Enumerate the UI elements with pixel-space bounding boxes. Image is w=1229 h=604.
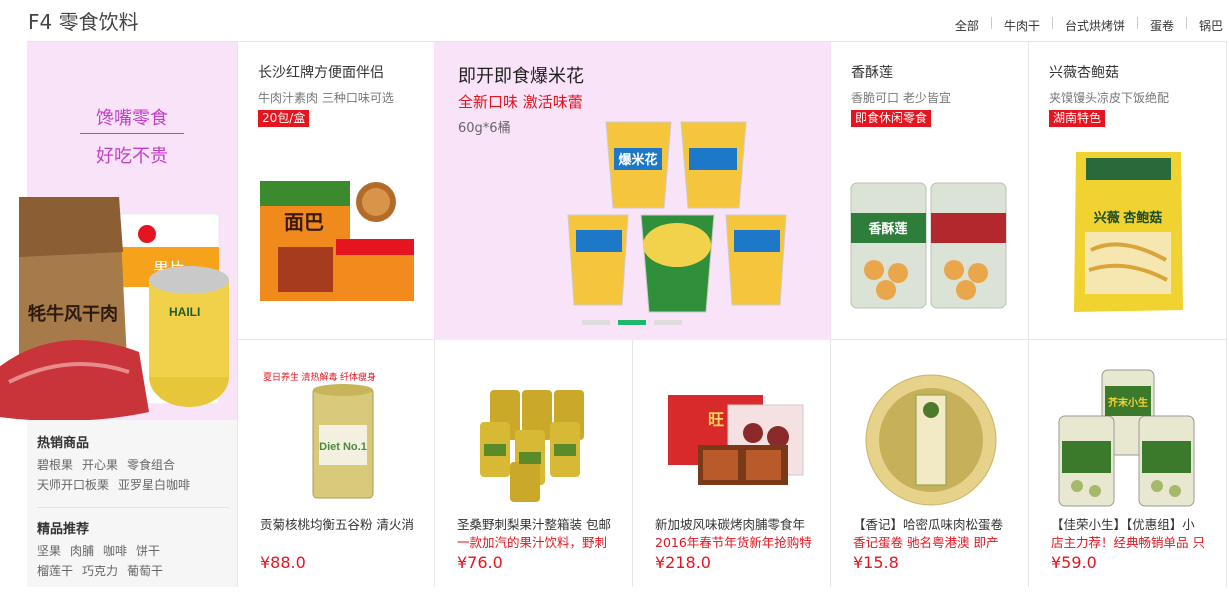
product-title: 香酥莲 (851, 65, 893, 81)
product-price: ¥218.0 (655, 553, 711, 572)
product-name[interactable]: 新加坡风味碳烤肉脯零食年 (655, 516, 813, 534)
product-name[interactable]: 贡菊核桃均衡五谷粉 清火消 (260, 516, 418, 534)
banner-tag-1: 馋嘴零食 (96, 108, 168, 129)
rec-link[interactable]: 坚果 (37, 544, 61, 558)
nav-item-beef-jerky[interactable]: 牛肉干 (1004, 17, 1040, 34)
popcorn-banner[interactable]: 即开即食爆米花 全新口味 激活味蕾 60g*6桶 爆米花 (434, 42, 831, 340)
product-image: 面巴 (260, 181, 414, 301)
product-name[interactable]: 【香记】哈密瓜味肉松蛋卷 (853, 516, 1011, 534)
product-card-egg-roll[interactable]: 【香记】哈密瓜味肉松蛋卷 香记蛋卷 驰名粤港澳 即产 ¥15.8 (831, 340, 1029, 587)
hot-link[interactable]: 开心果 (82, 458, 118, 472)
banner-slogan: 全新口味 激活味蕾 (458, 93, 583, 111)
product-image-text: 旺 (708, 411, 724, 429)
nav-item-rice-crust[interactable]: 锅巴 (1199, 17, 1223, 34)
product-subtitle: 夹馍馒头凉皮下饭绝配 (1049, 91, 1170, 105)
product-subtitle: 牛肉汁素肉 三种口味可选 (258, 91, 394, 105)
product-card-lotus-seeds[interactable]: 香酥莲 香脆可口 老少皆宜 即食休闲零食 香酥莲 (831, 42, 1029, 340)
popcorn-label-text: 爆米花 (618, 152, 657, 167)
product-image (865, 374, 997, 506)
carousel-dot-active[interactable] (618, 320, 646, 325)
product-card-noodle-companion[interactable]: 长沙红牌方便面伴侣 牛肉汁素肉 三种口味可选 20包/盒 面巴 (237, 42, 435, 340)
banner-divider (80, 133, 184, 134)
product-image-text: 面巴 (284, 212, 324, 234)
product-image: 香酥莲 (850, 182, 1007, 309)
product-card-wasabi-peas[interactable]: 芥末小生 【佳荣小生】【优惠组】小 店主力荐！经典畅销单品 只 ¥59.0 (1029, 340, 1227, 587)
can-label-text: Diet No.1 (319, 441, 367, 453)
product-image-text: 香酥莲 (867, 221, 907, 236)
nav-separator (1051, 17, 1053, 29)
product-image: 旺 (668, 395, 804, 485)
product-badge: 即食休闲零食 (851, 110, 932, 127)
product-tagline: 2016年春节年货新年抢购特 (655, 535, 812, 550)
nav-item-all[interactable]: 全部 (955, 17, 979, 34)
product-image: 芥末小生 (1058, 369, 1195, 507)
product-description: 圣桑野刺梨果汁整箱装 包邮 一款加汽的果汁饮料，野刺 (457, 516, 615, 552)
product-description: 贡菊核桃均衡五谷粉 清火消 (260, 516, 418, 552)
carousel-dots (582, 320, 682, 325)
hot-link[interactable]: 亚罗星白咖啡 (118, 478, 190, 492)
product-image: 夏日养生 清热解毒 纤体瘦身 Diet No.1 (263, 371, 376, 499)
hot-link[interactable]: 零食组合 (127, 458, 175, 472)
product-image: 兴薇 杏鲍菇 (1074, 152, 1183, 312)
product-description: 【香记】哈密瓜味肉松蛋卷 香记蛋卷 驰名粤港澳 即产 (853, 516, 1011, 552)
nav-separator (1185, 17, 1187, 29)
product-image-text: 夏日养生 清热解毒 纤体瘦身 (263, 371, 376, 382)
recommended-heading: 精品推荐 (37, 522, 90, 537)
list-divider (37, 507, 229, 508)
rec-link[interactable]: 葡萄干 (127, 564, 163, 578)
product-subtitle: 香脆可口 老少皆宜 (851, 91, 951, 105)
nav-separator (990, 17, 992, 29)
rec-link[interactable]: 饼干 (136, 544, 160, 558)
carousel-dot[interactable] (654, 320, 682, 325)
product-description: 新加坡风味碳烤肉脯零食年 2016年春节年货新年抢购特 (655, 516, 813, 552)
hot-link[interactable]: 碧根果 (37, 458, 73, 472)
rec-link[interactable]: 榴莲干 (37, 564, 73, 578)
banner-tag-2: 好吃不贵 (96, 146, 168, 167)
can-label-text: HAILI (169, 305, 200, 319)
product-price: ¥15.8 (853, 553, 899, 572)
banner-title: 即开即食爆米花 (458, 66, 584, 87)
left-link-list: 热销商品 碧根果 开心果 零食组合 天师开口板栗 亚罗星白咖啡 精品推荐 坚果 肉脯 咖啡… (27, 420, 237, 587)
product-tagline: 一款加汽的果汁饮料，野刺 (457, 535, 608, 550)
nav-item-egg-roll[interactable]: 蛋卷 (1150, 17, 1174, 34)
carousel-dot[interactable] (582, 320, 610, 325)
product-card-prickly-pear-juice[interactable]: 圣桑野刺梨果汁整箱装 包邮 一款加汽的果汁饮料，野刺 ¥76.0 (435, 340, 633, 587)
pack-label-text: 牦牛风干肉 (28, 303, 118, 324)
product-badge: 湖南特色 (1049, 110, 1106, 127)
product-description: 【佳荣小生】【优惠组】小 店主力荐！经典畅销单品 只 (1051, 516, 1209, 552)
product-image-text: 兴薇 杏鲍菇 (1094, 210, 1163, 225)
hot-products-heading: 热销商品 (37, 436, 90, 451)
product-title: 长沙红牌方便面伴侣 (258, 65, 384, 81)
product-price: ¥76.0 (457, 553, 503, 572)
rec-link[interactable]: 巧克力 (82, 564, 118, 578)
snack-bundle-image: 果片 牦牛风干肉 HAILI (0, 197, 229, 421)
product-name[interactable]: 【佳荣小生】【优惠组】小 (1051, 516, 1209, 534)
product-price: ¥88.0 (260, 553, 306, 572)
product-tagline: 店主力荐！经典畅销单品 只 (1051, 535, 1205, 550)
popcorn-image: 爆米花 (567, 121, 787, 313)
category-nav: 全部 牛肉干 台式烘烤饼 蛋卷 锅巴 (955, 17, 1223, 34)
nav-separator (1136, 17, 1138, 29)
product-card-grain-powder[interactable]: 夏日养生 清热解毒 纤体瘦身 Diet No.1 贡菊核桃均衡五谷粉 清火消 ¥… (237, 340, 435, 587)
product-badge: 20包/盒 (258, 110, 310, 127)
recommended-links: 坚果 肉脯 咖啡 饼干 榴莲干 巧克力 葡萄干 (37, 541, 237, 581)
nav-item-baked-cake[interactable]: 台式烘烤饼 (1065, 17, 1125, 34)
rec-link[interactable]: 肉脯 (70, 544, 94, 558)
product-card-king-oyster-mushroom[interactable]: 兴薇杏鲍菇 夹馍馒头凉皮下饭绝配 湖南特色 兴薇 杏鲍菇 (1029, 42, 1227, 340)
rec-link[interactable]: 咖啡 (103, 544, 127, 558)
product-image-text: 芥末小生 (1108, 396, 1148, 409)
hot-link[interactable]: 天师开口板栗 (37, 478, 109, 492)
product-name[interactable]: 圣桑野刺梨果汁整箱装 包邮 (457, 516, 615, 534)
product-price: ¥59.0 (1051, 553, 1097, 572)
product-card-bbq-jerky-giftbox[interactable]: 旺 新加坡风味碳烤肉脯零食年 2016年春节年货新年抢购特 ¥218.0 (633, 340, 831, 587)
product-tagline: 香记蛋卷 驰名粤港澳 即产 (853, 535, 999, 550)
product-title: 兴薇杏鲍菇 (1049, 65, 1119, 81)
floor-title: F4 零食饮料 (28, 10, 139, 34)
product-image (480, 390, 584, 502)
left-banner[interactable]: 馋嘴零食 好吃不贵 果片 牦牛风干肉 HAILI (0, 42, 237, 421)
hot-products-links: 碧根果 开心果 零食组合 天师开口板栗 亚罗星白咖啡 (37, 455, 237, 495)
banner-spec: 60g*6桶 (458, 121, 511, 136)
